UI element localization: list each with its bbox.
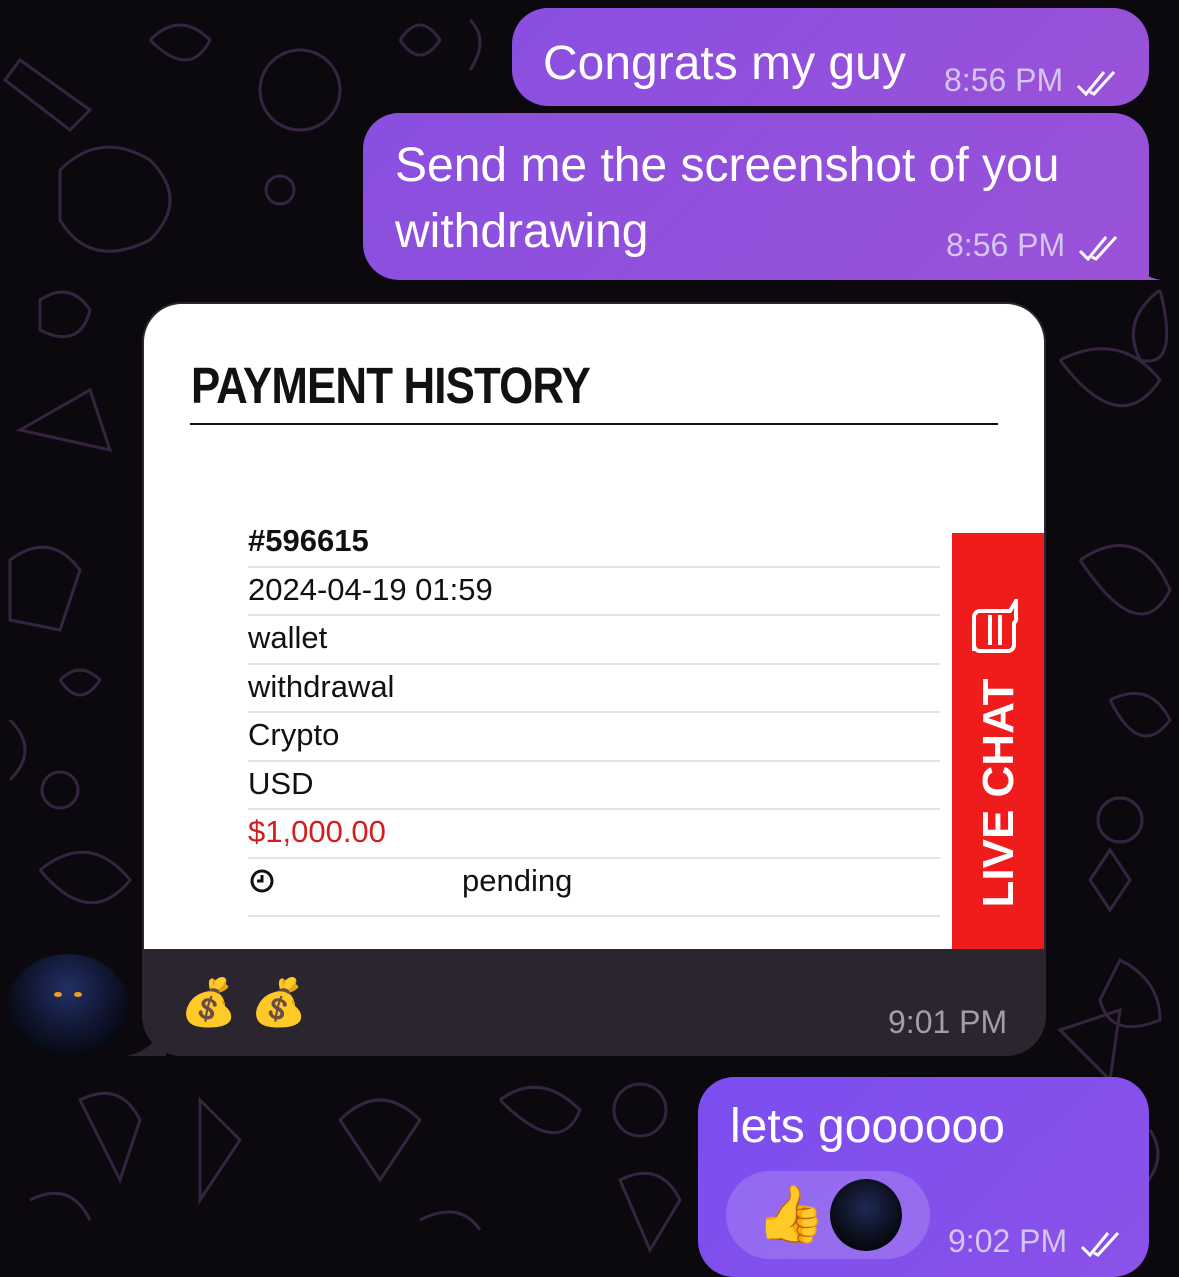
- bubble-tail: [1131, 250, 1161, 280]
- transaction-currency: USD: [248, 762, 940, 810]
- message-time: 8:56 PM: [946, 227, 1122, 264]
- avatar-eye: [74, 992, 82, 997]
- live-chat-button[interactable]: LIVE CHAT: [952, 533, 1044, 949]
- avatar-eye: [54, 992, 62, 997]
- message-text: Congrats my guy: [543, 37, 906, 90]
- incoming-photo-message[interactable]: PAYMENT HISTORY #596615 2024-04-19 01:59…: [142, 302, 1046, 1056]
- clock-icon: [250, 869, 274, 892]
- transaction-status-row: pending: [248, 859, 940, 917]
- outgoing-message[interactable]: Congrats my guy 8:56 PM: [512, 8, 1149, 106]
- message-time: 9:02 PM: [948, 1223, 1124, 1260]
- thumbs-up-reaction: 👍: [756, 1182, 826, 1245]
- outgoing-message[interactable]: Send me the screenshot of you withdrawin…: [363, 113, 1161, 280]
- title-divider: [190, 423, 998, 425]
- transaction-date: 2024-04-19 01:59: [248, 568, 940, 616]
- double-check-icon: [1079, 235, 1118, 261]
- sender-avatar[interactable]: [8, 954, 128, 1056]
- live-chat-label: LIVE CHAT: [974, 678, 1023, 908]
- outgoing-message[interactable]: lets goooooo 👍 9:02 PM: [698, 1077, 1149, 1277]
- transaction-type: withdrawal: [248, 665, 940, 713]
- double-check-icon: [1081, 1231, 1120, 1257]
- payment-history-title: PAYMENT HISTORY: [191, 357, 591, 414]
- transaction-amount: $1,000.00: [248, 810, 940, 859]
- transaction-id: #596615: [248, 519, 940, 568]
- payment-record: #596615 2024-04-19 01:59 wallet withdraw…: [248, 519, 940, 917]
- message-caption: 💰 💰: [180, 976, 308, 1028]
- double-check-icon: [1077, 70, 1116, 96]
- transaction-status: pending: [462, 862, 573, 898]
- transaction-method: Crypto: [248, 713, 940, 762]
- transaction-source: wallet: [248, 616, 940, 665]
- message-text: lets goooooo: [730, 1100, 1005, 1153]
- message-timestamp: 8:56 PM: [944, 62, 1064, 98]
- chat-icon: [972, 599, 1019, 653]
- payment-history-screenshot[interactable]: PAYMENT HISTORY #596615 2024-04-19 01:59…: [144, 304, 1044, 949]
- message-time: 8:56 PM: [944, 62, 1120, 99]
- reaction-chip[interactable]: 👍: [726, 1171, 930, 1259]
- message-timestamp: 9:01 PM: [888, 1004, 1008, 1040]
- reactor-avatar: [830, 1179, 902, 1251]
- message-timestamp: 9:02 PM: [948, 1223, 1068, 1259]
- message-timestamp: 8:56 PM: [946, 227, 1066, 263]
